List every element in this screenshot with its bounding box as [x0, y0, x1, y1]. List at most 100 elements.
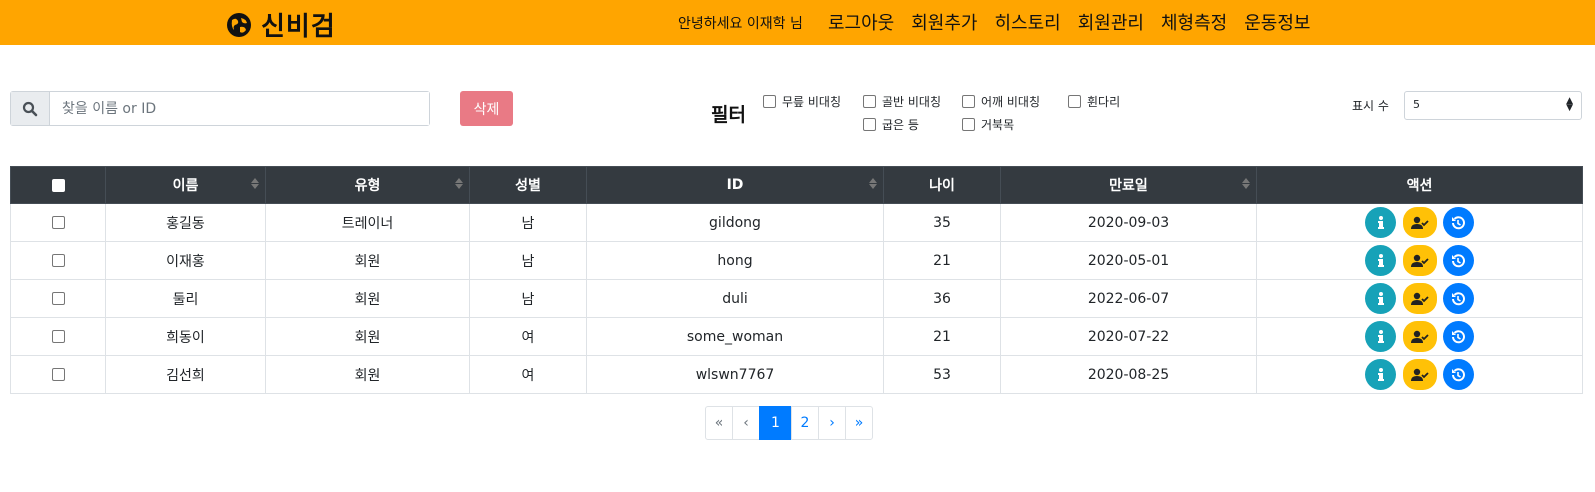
filter-turtle-neck[interactable]: 거북목 [962, 116, 1014, 133]
page-next[interactable]: › [818, 406, 846, 440]
history-button[interactable] [1442, 321, 1474, 352]
filter-knee-asymmetry[interactable]: 무릎 비대칭 [763, 93, 841, 110]
nav-add-member[interactable]: 회원추가 [911, 9, 977, 35]
col-name[interactable]: 이름 [105, 166, 266, 204]
page-last[interactable]: » [845, 406, 873, 440]
filter-hunched-back[interactable]: 굽은 등 [863, 116, 919, 133]
user-check-icon [1410, 216, 1429, 229]
user-check-button[interactable] [1402, 321, 1437, 352]
col-expiry[interactable]: 만료일 [1000, 166, 1257, 204]
select-all-checkbox[interactable] [51, 178, 65, 192]
col-name-label: 이름 [172, 178, 199, 194]
info-button[interactable] [1365, 245, 1397, 276]
cell-id: duli [586, 279, 884, 318]
cell-actions [1256, 203, 1583, 242]
checkbox[interactable] [763, 95, 776, 108]
history-button[interactable] [1442, 245, 1474, 276]
brand-logo[interactable]: 신비검 [225, 6, 336, 43]
table-row: 이재홍 회원 남 hong 21 2020-05-01 [10, 241, 1583, 280]
user-check-button[interactable] [1402, 283, 1437, 314]
info-icon [1377, 215, 1384, 229]
user-check-button[interactable] [1402, 245, 1437, 276]
info-button[interactable] [1365, 359, 1397, 390]
cell-gender: 남 [469, 241, 587, 280]
cell-id: wlswn7767 [586, 355, 884, 394]
history-button[interactable] [1442, 359, 1474, 390]
nav-history[interactable]: 히스토리 [995, 9, 1061, 35]
history-button[interactable] [1442, 283, 1474, 314]
row-checkbox[interactable] [51, 330, 65, 343]
filter-shoulder-asymmetry[interactable]: 어깨 비대칭 [962, 93, 1040, 110]
user-check-icon [1410, 254, 1429, 267]
row-select-cell [10, 241, 106, 280]
filter-label: 골반 비대칭 [882, 95, 942, 109]
sort-icon [251, 178, 259, 189]
cell-actions [1256, 241, 1583, 280]
select-arrows-icon: ▲ ▼ [1566, 96, 1573, 113]
filter-label: 거북목 [981, 118, 1015, 132]
col-age: 나이 [883, 166, 1001, 204]
row-checkbox[interactable] [51, 368, 65, 381]
cell-gender: 여 [469, 317, 587, 356]
checkbox[interactable] [962, 95, 975, 108]
col-id-label: ID [726, 177, 744, 193]
table-row: 홍길동 트레이너 남 gildong 35 2020-09-03 [10, 203, 1583, 242]
col-gender: 성별 [469, 166, 587, 204]
per-page-select[interactable]: 5 ▲ ▼ [1404, 91, 1582, 120]
nav-member-management[interactable]: 회원관리 [1078, 9, 1144, 35]
checkbox[interactable] [962, 118, 975, 131]
page-1[interactable]: 1 [759, 406, 792, 440]
member-table: 이름 유형 성별 ID 나이 만료일 액션 홍길동 트레이너 남 gildong… [10, 166, 1583, 394]
user-check-button[interactable] [1402, 207, 1437, 238]
filter-label: 어깨 비대칭 [981, 95, 1041, 109]
filter-pelvis-asymmetry[interactable]: 골반 비대칭 [863, 93, 941, 110]
table-header-row: 이름 유형 성별 ID 나이 만료일 액션 [10, 166, 1583, 204]
checkbox[interactable] [1068, 95, 1081, 108]
col-age-label: 나이 [929, 178, 955, 194]
sort-icon [869, 178, 877, 189]
checkbox[interactable] [863, 95, 876, 108]
row-checkbox[interactable] [51, 216, 65, 229]
per-page-label: 표시 수 [1352, 99, 1389, 113]
cell-age: 21 [883, 241, 1001, 280]
cell-age: 36 [883, 279, 1001, 318]
cell-expiry: 2020-08-25 [1000, 355, 1257, 394]
history-icon [1452, 253, 1466, 267]
col-id[interactable]: ID [586, 166, 884, 204]
nav-body-measurement[interactable]: 체형측정 [1161, 9, 1227, 35]
page-first[interactable]: « [705, 406, 733, 440]
row-select-cell [10, 279, 106, 318]
user-check-button[interactable] [1402, 359, 1437, 390]
cell-name: 이재홍 [105, 241, 266, 280]
checkbox[interactable] [863, 118, 876, 131]
history-button[interactable] [1442, 207, 1474, 238]
cell-name: 희동이 [105, 317, 266, 356]
cell-actions [1256, 317, 1583, 356]
cell-name: 김선희 [105, 355, 266, 394]
info-button[interactable] [1365, 207, 1397, 238]
col-gender-label: 성별 [515, 178, 541, 194]
cell-age: 53 [883, 355, 1001, 394]
page-prev[interactable]: ‹ [732, 406, 760, 440]
history-icon [1452, 367, 1466, 381]
cell-type: 회원 [265, 241, 470, 280]
nav-exercise-info[interactable]: 운동정보 [1244, 9, 1310, 35]
per-page-value: 5 [1413, 98, 1420, 111]
search-input[interactable] [50, 92, 429, 125]
col-expiry-label: 만료일 [1109, 178, 1148, 194]
row-checkbox[interactable] [51, 254, 65, 267]
table-row: 김선희 회원 여 wlswn7767 53 2020-08-25 [10, 355, 1583, 394]
select-all-cell [10, 166, 106, 204]
cell-name: 홍길동 [105, 203, 266, 242]
filter-bowlegs[interactable]: 휜다리 [1068, 93, 1120, 110]
cell-age: 35 [883, 203, 1001, 242]
col-type[interactable]: 유형 [265, 166, 470, 204]
page-2[interactable]: 2 [791, 406, 819, 440]
delete-button[interactable]: 삭제 [460, 91, 513, 126]
nav-logout[interactable]: 로그아웃 [828, 9, 894, 35]
info-icon [1377, 291, 1384, 305]
info-button[interactable] [1365, 321, 1397, 352]
info-button[interactable] [1365, 283, 1397, 314]
col-actions: 액션 [1256, 166, 1583, 204]
row-checkbox[interactable] [51, 292, 65, 305]
